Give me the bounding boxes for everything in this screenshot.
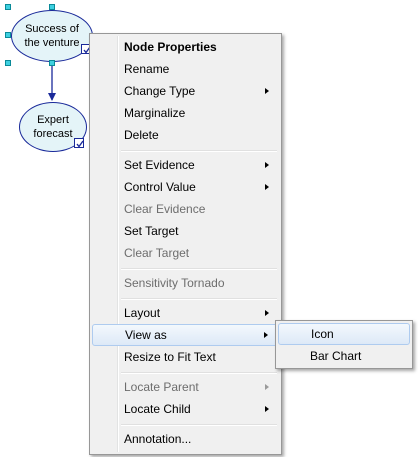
menu-item-label: Set Target xyxy=(124,224,179,238)
selection-handle-bottom[interactable] xyxy=(49,60,55,66)
submenu-arrow-icon xyxy=(265,88,269,94)
menu-item-locate-parent[interactable]: Locate Parent xyxy=(92,376,279,398)
menu-item-label: Bar Chart xyxy=(310,349,362,363)
submenu-arrow-icon xyxy=(265,384,269,390)
menu-item-label: Set Evidence xyxy=(124,158,195,172)
menu-item-label: Resize to Fit Text xyxy=(124,350,216,364)
menu-item-locate-child[interactable]: Locate Child xyxy=(92,398,279,420)
submenu-item-icon[interactable]: Icon xyxy=(278,323,410,345)
menu-item-annotation[interactable]: Annotation... xyxy=(92,428,279,450)
menu-item-label: Marginalize xyxy=(124,106,186,120)
submenu-arrow-icon xyxy=(264,332,268,338)
menu-item-label: Icon xyxy=(311,327,334,341)
menu-separator xyxy=(121,150,277,152)
menu-separator xyxy=(121,298,277,300)
menu-item-label: Change Type xyxy=(124,84,196,98)
menu-item-set-target[interactable]: Set Target xyxy=(92,220,279,242)
menu-item-label: Locate Parent xyxy=(124,380,199,394)
menu-item-resize-to-fit-text[interactable]: Resize to Fit Text xyxy=(92,346,279,368)
menu-item-label: Layout xyxy=(124,306,161,320)
menu-item-sensitivity-tornado[interactable]: Sensitivity Tornado xyxy=(92,272,279,294)
checkbox-icon[interactable] xyxy=(74,138,84,148)
menu-item-label: Rename xyxy=(124,62,170,76)
menu-item-delete[interactable]: Delete xyxy=(92,124,279,146)
menu-item-label: Delete xyxy=(124,128,159,142)
selection-handle-left[interactable] xyxy=(5,32,11,38)
submenu-item-bar-chart[interactable]: Bar Chart xyxy=(278,345,410,367)
node-success-of-the-venture[interactable]: Success of the venture xyxy=(11,10,93,62)
menu-item-clear-evidence[interactable]: Clear Evidence xyxy=(92,198,279,220)
menu-item-node-properties[interactable]: Node Properties xyxy=(92,36,279,58)
menu-item-label: Node Properties xyxy=(124,40,217,54)
selection-handle-bottom-left[interactable] xyxy=(5,60,11,66)
menu-item-label: Clear Target xyxy=(124,246,190,260)
selection-handle-top-left[interactable] xyxy=(5,4,11,10)
submenu-arrow-icon xyxy=(265,162,269,168)
submenu-arrow-icon xyxy=(265,406,269,412)
menu-item-label: Locate Child xyxy=(124,402,191,416)
menu-item-control-value[interactable]: Control Value xyxy=(92,176,279,198)
menu-separator xyxy=(121,372,277,374)
menu-separator xyxy=(121,268,277,270)
menu-item-label: Clear Evidence xyxy=(124,202,206,216)
selection-handle-top[interactable] xyxy=(49,4,55,10)
submenu-arrow-icon xyxy=(265,184,269,190)
menu-item-layout[interactable]: Layout xyxy=(92,302,279,324)
menu-item-change-type[interactable]: Change Type xyxy=(92,80,279,102)
view-as-submenu: Icon Bar Chart xyxy=(275,320,413,369)
menu-item-marginalize[interactable]: Marginalize xyxy=(92,102,279,124)
menu-item-clear-target[interactable]: Clear Target xyxy=(92,242,279,264)
menu-item-label: Control Value xyxy=(124,180,196,194)
menu-item-label: Sensitivity Tornado xyxy=(124,276,225,290)
node-label: Expert forecast xyxy=(33,114,73,140)
menu-separator xyxy=(121,424,277,426)
menu-item-view-as[interactable]: View as xyxy=(92,324,279,346)
menu-item-set-evidence[interactable]: Set Evidence xyxy=(92,154,279,176)
menu-item-rename[interactable]: Rename xyxy=(92,58,279,80)
node-label: Success of the venture xyxy=(24,23,80,49)
node-context-menu: Node Properties Rename Change Type Margi… xyxy=(89,33,282,455)
submenu-arrow-icon xyxy=(265,310,269,316)
menu-item-label: View as xyxy=(125,328,167,342)
menu-item-label: Annotation... xyxy=(124,432,192,446)
